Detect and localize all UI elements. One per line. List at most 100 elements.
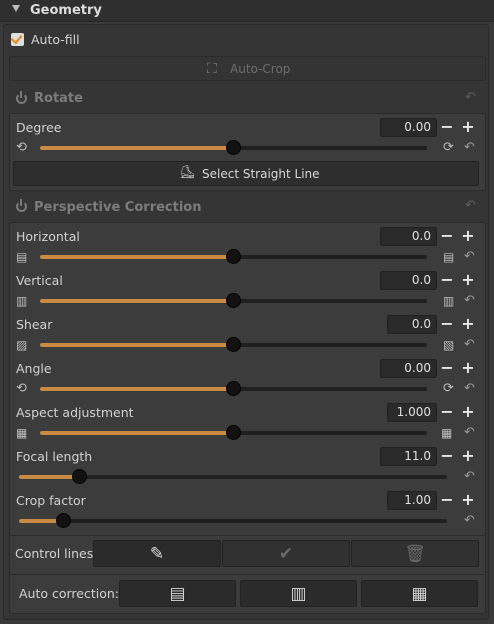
- shear-increase-button[interactable]: +: [458, 315, 478, 334]
- rotate-cw-icon: ⟳: [443, 140, 454, 155]
- crop-factor-reset-icon[interactable]: ↶: [464, 513, 475, 528]
- aspect-narrow-icon: ▦: [16, 426, 28, 440]
- horizontal-reset-icon[interactable]: ↶: [464, 249, 475, 264]
- autofill-label: Auto-fill: [31, 32, 80, 47]
- vertical-slider-fill: [40, 299, 233, 303]
- crop-factor-increase-button[interactable]: +: [458, 491, 478, 510]
- vertical-perspective-left-icon: ▥: [16, 294, 28, 308]
- separator: [10, 535, 485, 536]
- crop-factor-label: Crop factor: [16, 493, 86, 508]
- auto-correct-horizontal-button[interactable]: ▤: [119, 580, 236, 607]
- degree-slider-fill: [40, 146, 233, 150]
- horizontal-perspective-right-icon: ▤: [443, 250, 455, 264]
- horizontal-decrease-button[interactable]: −: [437, 227, 457, 246]
- degree-slider[interactable]: [40, 140, 427, 155]
- aspect-wide-icon: ▦: [441, 426, 453, 440]
- rotate-title: Rotate: [34, 91, 83, 106]
- draw-control-lines-button[interactable]: ✎: [93, 540, 221, 567]
- crop-factor-slider[interactable]: [19, 513, 447, 528]
- focal-length-reset-icon[interactable]: ↶: [464, 469, 475, 484]
- both-perspective-icon: ▦: [411, 584, 428, 604]
- apply-control-lines-button[interactable]: ✔: [222, 540, 350, 567]
- shear-slider-thumb[interactable]: [226, 337, 241, 352]
- vertical-label: Vertical: [16, 273, 63, 288]
- panel-header[interactable]: Geometry: [0, 0, 494, 22]
- aspect-adjustment-value[interactable]: 1.000: [387, 403, 437, 422]
- focal-length-slider-thumb[interactable]: [72, 469, 87, 484]
- autocrop-button[interactable]: ⛶ Auto-Crop: [9, 56, 486, 81]
- crop-icon: ⛶: [207, 61, 217, 77]
- aspect-adjustment-slider[interactable]: [40, 425, 427, 440]
- select-straight-line-button[interactable]: ⛸ Select Straight Line: [13, 161, 479, 186]
- crop-factor-slider-thumb[interactable]: [56, 513, 71, 528]
- vertical-reset-icon[interactable]: ↶: [464, 293, 475, 308]
- horizontal-slider-thumb[interactable]: [226, 249, 241, 264]
- shear-label: Shear: [16, 317, 53, 332]
- angle-slider[interactable]: [40, 381, 427, 396]
- aspect-adjustment-reset-icon[interactable]: ↶: [464, 425, 475, 440]
- horizontal-perspective-left-icon: ▤: [16, 250, 28, 264]
- straight-line-icon: ⛸: [179, 165, 196, 180]
- autofill-checkbox[interactable]: [11, 33, 24, 46]
- rotate-power-icon[interactable]: [16, 91, 27, 104]
- delete-control-lines-button[interactable]: 🗑: [351, 540, 479, 567]
- trash-icon: 🗑: [404, 544, 426, 564]
- rotate-right-icon: ⟳: [443, 381, 454, 396]
- focal-length-slider[interactable]: [19, 469, 447, 484]
- angle-value[interactable]: 0.00: [380, 359, 437, 378]
- focal-length-slider-fill: [19, 475, 80, 479]
- vertical-increase-button[interactable]: +: [458, 271, 478, 290]
- aspect-adjustment-increase-button[interactable]: +: [458, 403, 478, 422]
- angle-slider-thumb[interactable]: [226, 381, 241, 396]
- vertical-value[interactable]: 0.0: [380, 271, 437, 290]
- control-lines-label: Control lines:: [15, 546, 98, 561]
- vertical-decrease-button[interactable]: −: [437, 271, 457, 290]
- aspect-adjustment-slider-fill: [40, 431, 233, 435]
- separator: [10, 574, 485, 575]
- perspective-power-icon[interactable]: [16, 199, 27, 212]
- perspective-reset-icon[interactable]: ↶: [465, 198, 476, 213]
- shear-slider[interactable]: [40, 337, 427, 352]
- horizontal-increase-button[interactable]: +: [458, 227, 478, 246]
- degree-label: Degree: [16, 120, 62, 135]
- angle-slider-fill: [40, 387, 233, 391]
- rotate-reset-icon[interactable]: ↶: [465, 90, 476, 105]
- degree-decrease-button[interactable]: −: [437, 118, 457, 137]
- shear-reset-icon[interactable]: ↶: [464, 337, 475, 352]
- aspect-adjustment-slider-thumb[interactable]: [226, 425, 241, 440]
- degree-value[interactable]: 0.00: [380, 118, 437, 137]
- horizontal-value[interactable]: 0.0: [380, 227, 437, 246]
- crop-factor-decrease-button[interactable]: −: [437, 491, 457, 510]
- angle-label: Angle: [16, 361, 52, 376]
- panel-title: Geometry: [30, 3, 102, 18]
- vertical-slider-thumb[interactable]: [226, 293, 241, 308]
- autocrop-label: Auto-Crop: [230, 62, 291, 76]
- pencil-icon: ✎: [149, 544, 165, 564]
- shear-left-icon: ▨: [16, 338, 28, 352]
- angle-increase-button[interactable]: +: [458, 359, 478, 378]
- shear-value[interactable]: 0.0: [387, 315, 437, 334]
- horizontal-slider[interactable]: [40, 249, 427, 264]
- degree-slider-thumb[interactable]: [226, 140, 241, 155]
- degree-increase-button[interactable]: +: [458, 118, 478, 137]
- focal-length-increase-button[interactable]: +: [458, 447, 478, 466]
- aspect-adjustment-label: Aspect adjustment: [16, 405, 134, 420]
- rotate-ccw-icon: ⟲: [16, 140, 27, 155]
- angle-reset-icon[interactable]: ↶: [464, 381, 475, 396]
- auto-correct-both-button[interactable]: ▦: [361, 580, 478, 607]
- focal-length-decrease-button[interactable]: −: [437, 447, 457, 466]
- vertical-slider[interactable]: [40, 293, 427, 308]
- angle-decrease-button[interactable]: −: [437, 359, 457, 378]
- horizontal-perspective-icon: ▤: [169, 584, 186, 604]
- vertical-perspective-right-icon: ▥: [443, 294, 455, 308]
- rotate-left-icon: ⟲: [16, 381, 27, 396]
- aspect-adjustment-decrease-button[interactable]: −: [437, 403, 457, 422]
- crop-factor-value[interactable]: 1.00: [387, 491, 437, 510]
- triangle-down-icon[interactable]: [12, 5, 20, 12]
- auto-correct-vertical-button[interactable]: ▥: [240, 580, 357, 607]
- degree-reset-icon[interactable]: ↶: [464, 140, 475, 155]
- shear-decrease-button[interactable]: −: [437, 315, 457, 334]
- vertical-perspective-icon: ▥: [290, 584, 307, 604]
- focal-length-label: Focal length: [16, 449, 93, 464]
- focal-length-value[interactable]: 11.0: [380, 447, 437, 466]
